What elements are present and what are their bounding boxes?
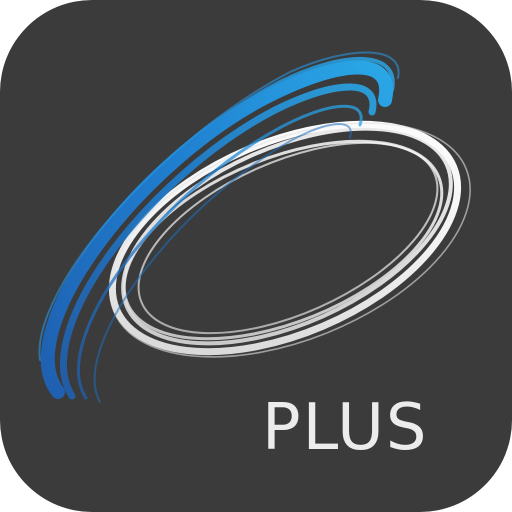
white-ring-group [108,120,471,358]
plus-label: PLUS [262,391,429,465]
app-icon[interactable]: PLUS [0,0,512,512]
